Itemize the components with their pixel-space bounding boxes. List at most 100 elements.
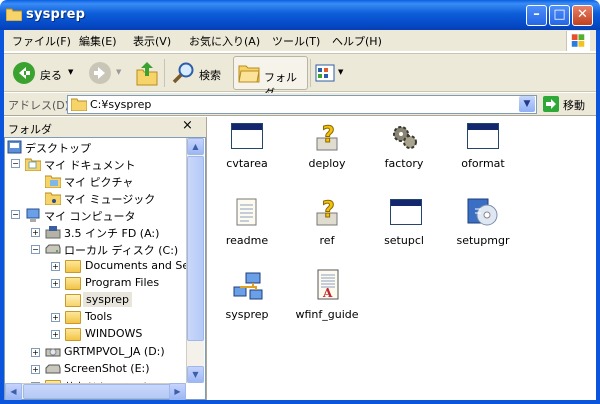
scroll-left-button[interactable]: ◀ [5,383,22,400]
help-file-icon[interactable]: ? [313,197,343,227]
expand-icon[interactable]: + [51,313,60,322]
floppy-icon [45,226,61,239]
file-setupmgr[interactable]: setupmgr [443,234,523,247]
svg-text:?: ? [322,198,335,223]
tree-item-my-documents[interactable]: マイ ドキュメント [44,157,136,173]
expand-icon[interactable]: + [51,330,60,339]
toolbar: 戻る ▼ ▼ 検索 フォルダ ▼ [4,53,596,100]
tree-item-local-disk-c[interactable]: ローカル ディスク (C:) [64,242,178,258]
forward-arrow-icon[interactable] [88,61,112,85]
go-arrow-icon[interactable] [543,96,559,112]
chevron-up-icon: ▲ [192,142,199,151]
file-deploy[interactable]: deploy [287,157,367,170]
tree-item-floppy-a[interactable]: 3.5 インチ FD (A:) [64,225,159,241]
expand-icon[interactable]: + [51,262,60,271]
expand-icon[interactable]: + [31,365,40,374]
folder-icon [65,328,81,341]
menu-help[interactable]: ヘルプ(H) [332,33,382,49]
folder-panel-header: フォルダ × [4,117,206,137]
hard-disk-icon [45,244,61,254]
my-music-icon [45,192,61,205]
file-cvtarea[interactable]: cvtarea [207,157,287,170]
tree-item-tools[interactable]: Tools [85,310,112,323]
menu-view[interactable]: 表示(V) [133,33,171,49]
folder-up-icon[interactable] [136,60,158,86]
my-pictures-icon [45,175,61,188]
scroll-thumb[interactable] [23,384,173,399]
help-file-icon[interactable]: ? [313,122,343,152]
expand-icon[interactable]: + [31,348,40,357]
views-icon[interactable] [315,64,335,82]
network-computers-icon[interactable] [232,271,264,303]
tree-item-program-files[interactable]: Program Files [85,276,159,289]
window-frame-right [596,30,600,404]
search-button[interactable]: 検索 [199,67,221,83]
my-computer-icon [26,208,40,222]
minimize-button[interactable]: – [526,5,547,26]
tree-item-my-pictures[interactable]: マイ ピクチャ [64,174,133,190]
go-button[interactable]: 移動 [563,97,585,113]
file-ref[interactable]: ref [287,234,367,247]
folder-icon [71,98,87,111]
tree-item-windows[interactable]: WINDOWS [85,327,142,340]
folders-icon [238,65,260,83]
menu-edit[interactable]: 編集(E) [79,33,117,49]
search-icon[interactable] [172,61,196,85]
tree-item-screenshot-e[interactable]: ScreenShot (E:) [64,362,150,375]
address-input[interactable]: C:¥sysprep [67,95,537,114]
menu-file[interactable]: ファイル(F) [12,33,71,49]
tree-item-documents-and-settings[interactable]: Documents and Setti [85,259,201,272]
tree-item-grtmpvol-d[interactable]: GRTMPVOL_JA (D:) [64,345,165,358]
application-window-icon[interactable] [467,123,499,149]
text-document-icon[interactable] [235,197,259,227]
file-setupcl[interactable]: setupcl [364,234,444,247]
panel-close-button[interactable]: × [182,118,193,133]
forward-dropdown-icon[interactable]: ▼ [116,68,121,76]
collapse-icon[interactable]: − [11,159,20,168]
chevron-right-icon: ▶ [174,387,181,396]
setup-manager-icon[interactable] [465,195,499,229]
close-button[interactable]: ✕ [572,5,593,26]
folder-tree: デスクトップ − マイ ドキュメント マイ ピクチャ マイ ミュージック − マ… [4,137,206,400]
word-document-icon[interactable]: A [314,269,342,301]
folders-button[interactable]: フォルダ [233,56,308,100]
title-bar[interactable] [0,0,600,30]
back-arrow-icon[interactable] [12,61,36,85]
tree-item-my-computer[interactable]: マイ コンピュータ [44,208,136,224]
collapse-icon[interactable]: − [31,245,40,254]
file-factory[interactable]: factory [364,157,444,170]
tree-item-my-music[interactable]: マイ ミュージック [64,191,155,207]
scroll-right-button[interactable]: ▶ [169,383,186,400]
file-view: cvtarea ? deploy factory oformat readme … [206,117,596,400]
folder-icon [65,311,81,324]
scroll-down-button[interactable]: ▼ [187,366,204,383]
collapse-icon[interactable]: − [11,210,20,219]
expand-icon[interactable]: + [51,279,60,288]
svg-text:A: A [322,286,333,300]
menu-tools[interactable]: ツール(T) [272,33,320,49]
address-dropdown-button[interactable]: ▼ [519,96,535,112]
tree-item-sysprep[interactable]: sysprep [83,292,132,307]
tree-vertical-scrollbar[interactable]: ▲ ▼ [186,138,204,383]
chevron-down-icon: ▼ [523,99,531,109]
file-wfinf-guide[interactable]: wfinf_guide [287,308,367,321]
file-sysprep[interactable]: sysprep [207,308,287,321]
scroll-thumb[interactable] [187,156,204,341]
gears-icon[interactable] [390,122,420,152]
back-button[interactable]: 戻る [40,67,62,83]
back-dropdown-icon[interactable]: ▼ [68,68,73,76]
maximize-button[interactable]: □ [549,5,570,26]
application-window-icon[interactable] [390,199,422,225]
file-readme[interactable]: readme [207,234,287,247]
application-window-icon[interactable] [231,123,263,149]
expand-icon[interactable]: + [31,228,40,237]
close-icon: ✕ [577,7,588,22]
file-oformat[interactable]: oformat [443,157,523,170]
menu-favorites[interactable]: お気に入り(A) [189,33,260,49]
chevron-down-icon: ▼ [192,370,199,379]
scroll-up-button[interactable]: ▲ [187,138,204,155]
tree-horizontal-scrollbar[interactable]: ◀ ▶ [5,383,186,400]
windows-logo-icon [566,31,590,51]
views-dropdown-icon[interactable]: ▼ [338,68,343,76]
tree-item-desktop[interactable]: デスクトップ [25,140,91,156]
